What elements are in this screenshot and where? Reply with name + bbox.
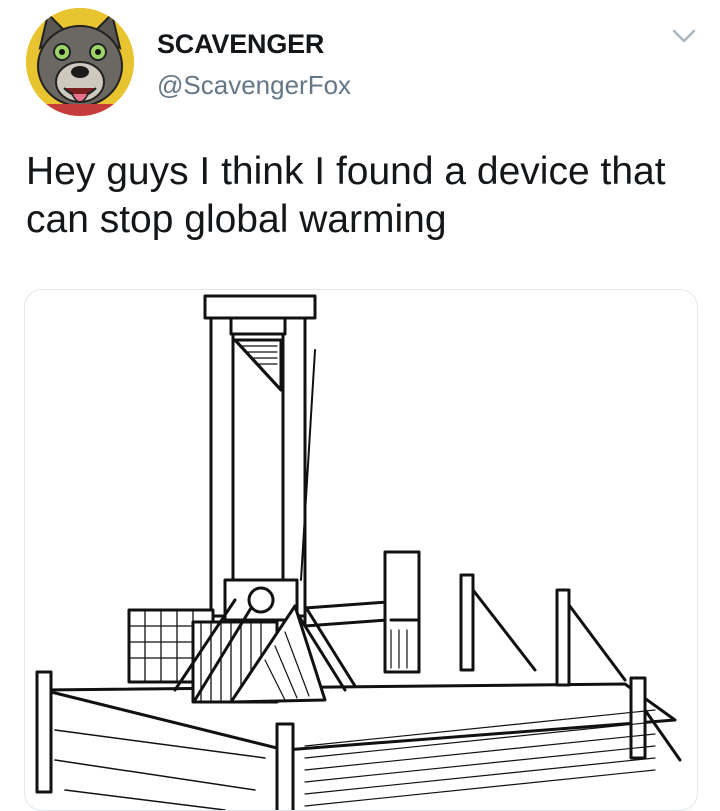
tweet-menu-button[interactable] bbox=[670, 26, 698, 46]
tweet-header: SCAVENGER @ScavengerFox bbox=[0, 0, 720, 130]
chevron-down-icon bbox=[672, 29, 696, 43]
tweet-text: Hey guys I think I found a device that c… bbox=[26, 150, 666, 241]
author-handle[interactable]: @ScavengerFox bbox=[157, 70, 351, 101]
author-display-name[interactable]: SCAVENGER bbox=[157, 29, 324, 60]
avatar[interactable] bbox=[26, 8, 134, 116]
guillotine-illustration bbox=[35, 294, 682, 810]
wolf-avatar-icon bbox=[26, 8, 134, 116]
media-card[interactable] bbox=[24, 289, 698, 811]
